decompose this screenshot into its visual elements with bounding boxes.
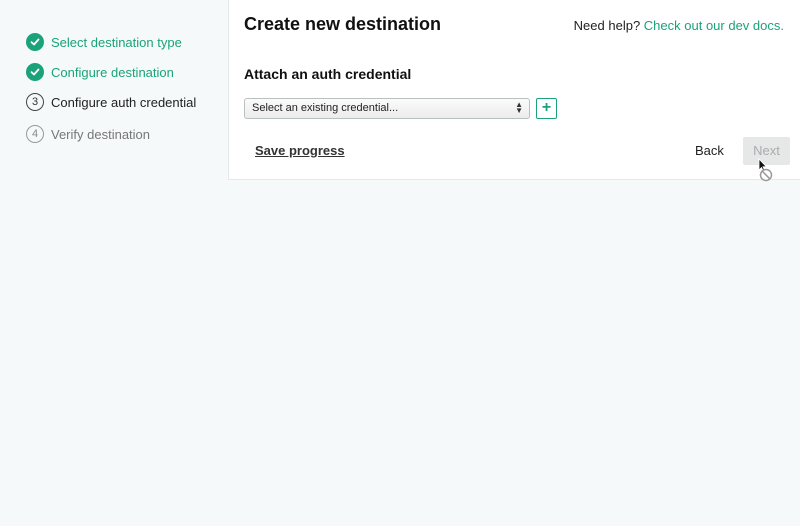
step-label: Configure destination (51, 64, 174, 80)
add-credential-button[interactable]: + (536, 98, 557, 119)
step-configure-auth-credential[interactable]: 3 Configure auth credential (26, 93, 196, 111)
section-title: Attach an auth credential (244, 66, 412, 82)
step-label: Verify destination (51, 126, 151, 142)
check-icon (26, 63, 44, 81)
credential-select[interactable]: Select an existing credential... ▲ ▼ (244, 98, 530, 119)
page-title: Create new destination (244, 14, 442, 34)
help-prefix: Need help? (573, 18, 641, 33)
back-button[interactable]: Back (695, 143, 724, 158)
step-verify-destination[interactable]: 4 Verify destination (26, 125, 150, 143)
step-select-destination-type[interactable]: Select destination type (26, 33, 182, 51)
save-progress-link[interactable]: Save progress (255, 143, 345, 158)
step-label: Configure auth credential (51, 94, 197, 110)
plus-icon: + (541, 99, 552, 116)
select-arrows-icon: ▲ ▼ (515, 100, 523, 115)
main-panel: Create new destination Need help? Check … (228, 0, 800, 180)
stepper-sidebar: Select destination type Configure destin… (0, 0, 228, 526)
check-icon (26, 33, 44, 51)
step-number: 3 (26, 93, 44, 111)
step-configure-destination[interactable]: Configure destination (26, 63, 174, 81)
not-allowed-cursor-icon (758, 158, 778, 189)
dev-docs-link[interactable]: Check out our dev docs. (644, 18, 784, 33)
help-text: Need help? Check out our dev docs. (574, 18, 784, 33)
step-label: Select destination type (51, 34, 182, 50)
step-number: 4 (26, 125, 44, 143)
credential-select-value: Select an existing credential... (252, 102, 399, 114)
